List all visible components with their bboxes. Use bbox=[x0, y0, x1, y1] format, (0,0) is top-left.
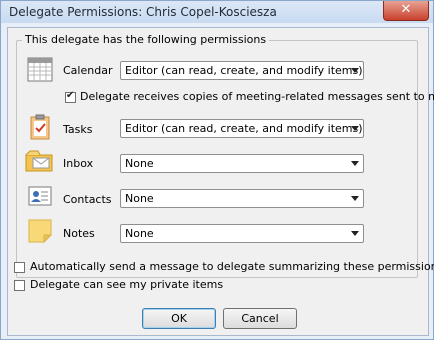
chevron-down-icon bbox=[351, 196, 359, 201]
dialog-body: This delegate has the following permissi… bbox=[7, 27, 434, 336]
tasks-label: Tasks bbox=[63, 123, 93, 136]
contacts-permission-select[interactable]: None bbox=[120, 189, 364, 208]
close-button[interactable]: ✕ bbox=[383, 1, 429, 21]
meeting-copies-label: Delegate receives copies of meeting-rela… bbox=[80, 90, 434, 103]
chevron-down-icon bbox=[351, 68, 359, 73]
tasks-permission-select[interactable]: Editor (can read, create, and modify ite… bbox=[120, 119, 364, 138]
inbox-permission-select[interactable]: None bbox=[120, 154, 364, 173]
chevron-down-icon bbox=[351, 161, 359, 166]
inbox-icon bbox=[24, 147, 53, 175]
contacts-label: Contacts bbox=[63, 193, 112, 206]
private-items-checkbox[interactable] bbox=[14, 280, 25, 291]
chevron-down-icon bbox=[351, 126, 359, 131]
window-title: Delegate Permissions: Chris Copel-Koscie… bbox=[9, 5, 277, 19]
title-bar[interactable]: Delegate Permissions: Chris Copel-Koscie… bbox=[1, 1, 433, 23]
permissions-group: This delegate has the following permissi… bbox=[16, 33, 434, 278]
notes-icon bbox=[26, 217, 54, 245]
chevron-down-icon bbox=[351, 231, 359, 236]
summary-message-label: Automatically send a message to delegate… bbox=[30, 260, 434, 273]
private-items-label: Delegate can see my private items bbox=[30, 278, 224, 291]
delegate-permissions-dialog: Delegate Permissions: Chris Copel-Koscie… bbox=[0, 0, 434, 340]
calendar-label: Calendar bbox=[63, 64, 113, 77]
contacts-icon bbox=[26, 182, 54, 210]
ok-button[interactable]: OK bbox=[142, 308, 216, 329]
permissions-group-title: This delegate has the following permissi… bbox=[22, 33, 270, 46]
calendar-icon bbox=[26, 55, 54, 83]
inbox-label: Inbox bbox=[63, 157, 94, 170]
notes-label: Notes bbox=[63, 227, 95, 240]
summary-message-checkbox[interactable] bbox=[14, 262, 25, 273]
meeting-copies-checkbox[interactable] bbox=[65, 90, 76, 103]
notes-permission-select[interactable]: None bbox=[120, 224, 364, 243]
tasks-icon bbox=[26, 113, 54, 141]
calendar-permission-select[interactable]: Editor (can read, create, and modify ite… bbox=[120, 61, 364, 80]
cancel-button[interactable]: Cancel bbox=[223, 308, 297, 329]
